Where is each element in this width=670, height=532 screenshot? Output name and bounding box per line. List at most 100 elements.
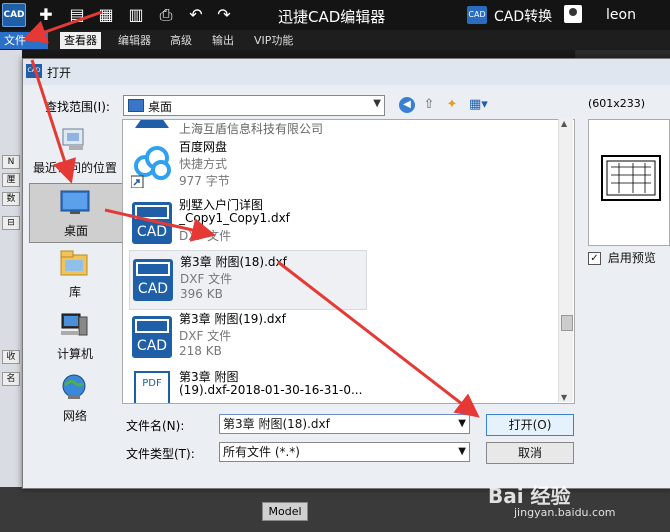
preview-thumbnail bbox=[601, 155, 661, 201]
tab-file[interactable]: 文件 bbox=[0, 32, 48, 49]
left-panel-mark: 收 bbox=[2, 350, 20, 364]
cancel-button[interactable]: 取消 bbox=[486, 442, 574, 464]
up-folder-icon[interactable]: ⇧ bbox=[421, 97, 437, 113]
file-type: DXF 文件 bbox=[179, 229, 232, 243]
left-panel-mark: 名 bbox=[2, 372, 20, 386]
places-bar: 最近访问的位置 桌面 库 计算机 网络 bbox=[29, 119, 123, 423]
title-bar: CAD ✚ ▤ ▦ ▥ ⎙ ↶ ↷ 迅捷CAD编辑器 CAD CAD转换 leo… bbox=[0, 0, 670, 30]
open-dialog: CAD 打开 查找范围(I): 桌面 ▼ ◀ ⇧ ✦ ▦▾ 最近访问的位置 桌面 bbox=[22, 58, 670, 489]
chevron-down-icon[interactable]: ▼ bbox=[458, 415, 466, 433]
filetype-select[interactable]: 所有文件 (*.*) ▼ bbox=[219, 442, 470, 462]
left-panel-mark: N bbox=[2, 155, 20, 169]
scroll-down-icon[interactable]: ▼ bbox=[561, 393, 567, 402]
watermark-sub: jingyan.baidu.com bbox=[514, 506, 616, 519]
open-button[interactable]: 打开(O) bbox=[486, 414, 574, 436]
place-label: 计算机 bbox=[56, 347, 93, 361]
svg-text:CAD: CAD bbox=[137, 224, 167, 240]
list-item[interactable]: CAD 第3章 附图(19).dxf DXF 文件 218 KB bbox=[129, 308, 365, 366]
app-title: 迅捷CAD编辑器 bbox=[278, 8, 386, 26]
scroll-up-icon[interactable]: ▲ bbox=[561, 119, 567, 128]
look-in-value: 桌面 bbox=[148, 100, 173, 114]
enable-preview-label: 启用预览 bbox=[607, 251, 656, 265]
filename-label: 文件名(N): bbox=[126, 419, 185, 433]
enable-preview-checkbox[interactable]: ✓ 启用预览 bbox=[588, 249, 656, 266]
file-name: 第3章 附图(18).dxf bbox=[180, 255, 287, 269]
company-icon bbox=[135, 120, 169, 128]
redo-icon[interactable]: ↷ bbox=[214, 5, 234, 25]
chevron-down-icon[interactable]: ▼ bbox=[458, 443, 466, 461]
checkbox-checked-icon[interactable]: ✓ bbox=[588, 252, 601, 265]
filetype-value: 所有文件 (*.*) bbox=[223, 445, 300, 459]
save-icon[interactable]: ▦ bbox=[96, 5, 116, 25]
place-label: 最近访问的位置 bbox=[32, 161, 117, 175]
view-menu-icon[interactable]: ▦▾ bbox=[469, 97, 488, 113]
save-as-icon[interactable]: ▥ bbox=[126, 5, 146, 25]
dxf-file-icon: CAD bbox=[133, 259, 173, 301]
print-icon[interactable]: ⎙ bbox=[156, 5, 176, 25]
recent-places-icon bbox=[62, 128, 84, 150]
tab-advanced[interactable]: 高级 bbox=[166, 32, 196, 49]
look-in-label: 查找范围(I): bbox=[45, 100, 110, 114]
file-name: 上海互盾信息科技有限公司 bbox=[179, 122, 324, 136]
place-recent[interactable]: 最近访问的位置 bbox=[29, 121, 121, 179]
tab-output[interactable]: 输出 bbox=[208, 32, 238, 49]
svg-text:PDF: PDF bbox=[142, 378, 162, 389]
tab-editor[interactable]: 编辑器 bbox=[114, 32, 155, 49]
tab-viewer[interactable]: 查看器 bbox=[60, 32, 101, 49]
dxf-file-icon: CAD bbox=[132, 202, 172, 244]
open-folder-icon[interactable]: ▤ bbox=[67, 5, 87, 25]
place-label: 桌面 bbox=[63, 224, 88, 238]
scroll-thumb[interactable] bbox=[561, 315, 573, 331]
place-computer[interactable]: 计算机 bbox=[29, 307, 121, 365]
desktop-icon bbox=[60, 190, 90, 214]
dxf-file-icon: CAD bbox=[132, 316, 172, 358]
dialog-title-bar: CAD 打开 bbox=[23, 59, 670, 85]
place-library[interactable]: 库 bbox=[29, 245, 121, 303]
new-folder-icon[interactable]: ✦ bbox=[444, 97, 460, 113]
file-name-cont: _Copy1_Copy1.dxf bbox=[179, 211, 290, 225]
list-item[interactable]: 百度网盘 快捷方式 977 字节 bbox=[129, 136, 365, 194]
library-icon bbox=[60, 250, 88, 276]
file-list-scrollbar[interactable]: ▲ ▼ bbox=[558, 119, 573, 402]
desktop-icon bbox=[128, 99, 144, 112]
back-icon[interactable]: ◀ bbox=[399, 97, 415, 113]
list-item[interactable]: CAD 别墅入户门详图 _Copy1_Copy1.dxf DXF 文件 bbox=[129, 194, 365, 252]
cad-icon: CAD bbox=[26, 64, 42, 78]
new-icon[interactable]: ✚ bbox=[36, 5, 56, 25]
file-type: DXF 文件 bbox=[180, 272, 233, 286]
left-panel: N 厘 数 ⊟ 收 名 bbox=[0, 50, 22, 532]
cad-convert-link[interactable]: CAD转换 bbox=[494, 6, 552, 26]
place-label: 网络 bbox=[62, 409, 87, 423]
watermark: Bai 经验 jingyan.baidu.com bbox=[488, 480, 616, 519]
list-item[interactable]: PDF 第3章 附图 (19).dxf-2018-01-30-16-31-0..… bbox=[129, 366, 365, 403]
file-type: DXF 文件 bbox=[179, 329, 232, 343]
undo-icon[interactable]: ↶ bbox=[186, 5, 206, 25]
cad-convert-icon[interactable]: CAD bbox=[467, 6, 487, 24]
place-label: 库 bbox=[68, 285, 81, 299]
username[interactable]: leon bbox=[606, 7, 636, 23]
user-icon[interactable] bbox=[564, 5, 582, 23]
tab-vip[interactable]: VIP功能 bbox=[250, 32, 297, 49]
filename-input[interactable]: 第3章 附图(18).dxf ▼ bbox=[219, 414, 470, 434]
place-network[interactable]: 网络 bbox=[29, 369, 121, 427]
file-size: 218 KB bbox=[179, 344, 222, 358]
file-list[interactable]: 上海互盾信息科技有限公司 百度网盘 快捷方式 977 字节 CAD 别墅入户门详… bbox=[122, 119, 575, 404]
filetype-label: 文件类型(T): bbox=[126, 447, 195, 461]
preview-size: (601x233) bbox=[588, 97, 646, 110]
left-panel-mark: 厘 bbox=[2, 173, 20, 187]
network-icon bbox=[62, 374, 86, 399]
file-name: 百度网盘 bbox=[179, 140, 228, 154]
svg-text:CAD: CAD bbox=[137, 338, 167, 354]
left-panel-mark: ⊟ bbox=[2, 216, 20, 230]
file-name-cont: (19).dxf-2018-01-30-16-31-0... bbox=[179, 383, 363, 397]
chevron-down-icon: ▼ bbox=[373, 98, 381, 109]
model-tab[interactable]: Model bbox=[262, 502, 308, 521]
file-size: 977 字节 bbox=[179, 174, 230, 188]
list-item-selected[interactable]: CAD 第3章 附图(18).dxf DXF 文件 396 KB bbox=[129, 250, 367, 310]
place-desktop[interactable]: 桌面 bbox=[29, 183, 123, 243]
file-name: 第3章 附图(19).dxf bbox=[179, 312, 286, 326]
preview-pane bbox=[588, 119, 670, 246]
look-in-select[interactable]: 桌面 ▼ bbox=[123, 95, 385, 116]
computer-icon bbox=[61, 313, 88, 336]
svg-text:CAD: CAD bbox=[138, 281, 168, 297]
